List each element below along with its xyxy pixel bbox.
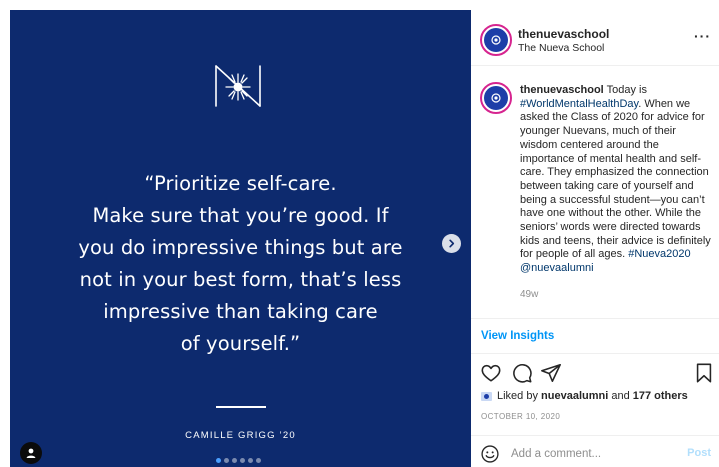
hashtag-link[interactable]: #WorldMentalHealthDay <box>520 98 638 110</box>
caption-text: thenuevaschool Today is #WorldMentalHeal… <box>520 84 716 276</box>
view-insights-link[interactable]: View Insights <box>481 330 554 342</box>
liker-avatar-icon <box>481 391 492 401</box>
carousel-dot <box>248 458 253 463</box>
carousel-dots <box>216 458 261 463</box>
more-options-button[interactable]: ··· <box>694 28 711 44</box>
post-date: OCTOBER 10, 2020 <box>481 412 561 421</box>
tagged-users-button[interactable] <box>20 442 42 464</box>
nueva-logo-icon <box>215 65 261 107</box>
post-header: thenuevaschool The Nueva School ··· <box>471 10 719 66</box>
post-media[interactable]: “Prioritize self-care. Make sure that yo… <box>10 10 471 467</box>
divider <box>471 318 719 319</box>
carousel-dot <box>232 458 237 463</box>
quote-line: you do impressive things but are <box>78 236 403 259</box>
comment-input[interactable] <box>511 443 671 465</box>
emoji-icon[interactable] <box>480 444 500 464</box>
divider <box>471 435 719 436</box>
caption-text-part: . When we asked the Class of 2020 for ad… <box>520 97 711 261</box>
comment-icon[interactable] <box>511 362 533 384</box>
quote-line: not in your best form, that’s less <box>79 268 402 291</box>
carousel-dot <box>240 458 245 463</box>
carousel-dot <box>224 458 229 463</box>
header-subtitle[interactable]: The Nueva School <box>518 42 604 54</box>
likes-text: Liked by nuevaalumni and 177 others <box>497 390 688 402</box>
carousel-dot <box>256 458 261 463</box>
bookmark-icon[interactable] <box>693 362 715 384</box>
avatar[interactable] <box>480 82 512 114</box>
caption-time-ago: 49w <box>520 289 539 300</box>
likes-summary: Liked by nuevaalumni and 177 others <box>481 390 688 402</box>
quote-text: “Prioritize self-care. Make sure that yo… <box>10 168 471 360</box>
quote-divider <box>216 406 266 408</box>
carousel-dot <box>216 458 221 463</box>
quote-line: of yourself.” <box>180 332 301 355</box>
liker-username[interactable]: nuevaalumni <box>541 390 608 402</box>
caption-username[interactable]: thenuevaschool <box>520 84 604 96</box>
chevron-right-icon <box>449 239 455 248</box>
avatar[interactable] <box>480 24 512 56</box>
school-logo-icon <box>484 28 508 52</box>
mention-link[interactable]: @nuevaalumni <box>520 262 594 274</box>
quote-line: Make sure that you’re good. If <box>92 204 389 227</box>
likes-others-link[interactable]: 177 others <box>633 390 688 402</box>
quote-author: CAMILLE GRIGG ’20 <box>185 430 296 441</box>
quote-line: “Prioritize self-care. <box>144 172 337 195</box>
instagram-post-window: “Prioritize self-care. Make sure that yo… <box>0 0 719 467</box>
header-username[interactable]: thenuevaschool <box>518 27 609 41</box>
next-slide-button[interactable] <box>442 234 461 253</box>
quote-line: impressive than taking care <box>103 300 378 323</box>
heart-icon[interactable] <box>480 362 502 384</box>
divider <box>471 353 719 354</box>
share-icon[interactable] <box>540 362 562 384</box>
hashtag-link[interactable]: #Nueva2020 <box>628 248 690 260</box>
user-icon <box>26 448 36 458</box>
post-button[interactable]: Post <box>687 447 711 459</box>
likes-middle: and <box>608 390 633 402</box>
likes-prefix: Liked by <box>497 390 542 402</box>
school-logo-icon <box>484 86 508 110</box>
top-strip <box>0 0 719 10</box>
caption-text-part: Today is <box>603 84 647 96</box>
post-side-panel: thenuevaschool The Nueva School ··· then… <box>471 10 719 467</box>
